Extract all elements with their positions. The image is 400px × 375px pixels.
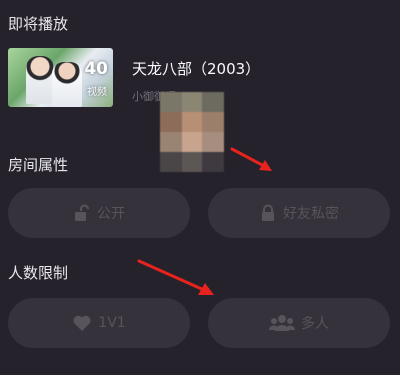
one-on-one-label: 1V1 [98, 315, 126, 331]
upcoming-section-title: 即将播放 [8, 15, 69, 33]
unlock-icon [73, 204, 91, 222]
lock-icon [259, 204, 277, 222]
pixelated-overlay [160, 92, 224, 172]
multi-person-button[interactable]: 多人 [208, 298, 390, 348]
people-icon [269, 314, 295, 332]
annotation-arrow [230, 147, 272, 171]
friends-private-button[interactable]: 好友私密 [208, 188, 390, 238]
friends-private-label: 好友私密 [283, 206, 339, 222]
annotation-arrow [137, 259, 214, 295]
public-button[interactable]: 公开 [8, 188, 190, 238]
room-settings-screen: 即将播放 40 视频 天龙八部（2003） 小御御呀 房间属性 公开 好友私密 … [0, 0, 400, 375]
room-properties-title: 房间属性 [8, 156, 69, 174]
episode-count-label: 视频 [87, 87, 107, 98]
video-thumbnail[interactable]: 40 视频 [8, 48, 113, 107]
thumbnail-figure [26, 56, 54, 104]
people-limit-title: 人数限制 [8, 264, 69, 282]
one-on-one-button[interactable]: 1V1 [8, 298, 190, 348]
thumbnail-figure [52, 62, 82, 107]
heart-icon [72, 314, 92, 332]
episode-count: 40 [84, 59, 108, 79]
media-title: 天龙八部（2003） [132, 60, 261, 78]
multi-person-label: 多人 [301, 316, 329, 332]
public-label: 公开 [97, 206, 125, 222]
